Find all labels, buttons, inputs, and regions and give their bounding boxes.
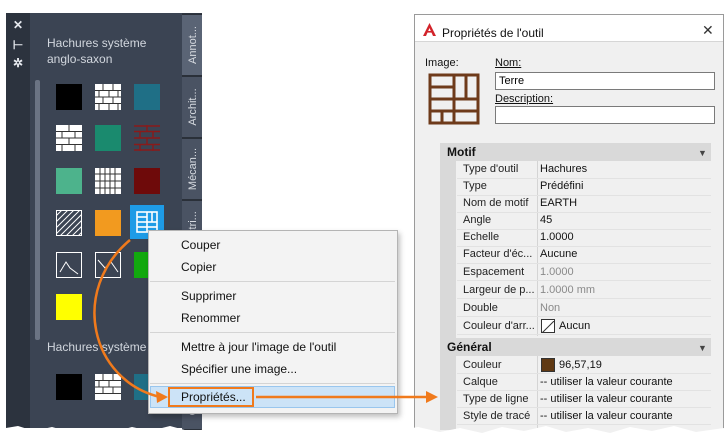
hatch-brick-white[interactable] <box>95 84 121 110</box>
dialog-title: Propriétés de l'outil <box>442 26 544 40</box>
property-key: Facteur d'éc... <box>463 248 533 260</box>
property-value: EARTH <box>540 197 578 209</box>
hatch-solid-black-2[interactable] <box>56 374 82 400</box>
table-row[interactable] <box>457 212 711 230</box>
table-row[interactable] <box>457 178 711 196</box>
group2-title: Hachures système <box>47 340 147 354</box>
hatch-grid-white[interactable] <box>95 168 121 194</box>
property-value: Aucun <box>559 320 591 332</box>
property-value-disabled: Non <box>540 302 561 314</box>
section-title-general: Général <box>447 340 492 354</box>
hatch-sketch-2[interactable] <box>95 252 121 278</box>
group-title-line1: Hachures système <box>47 36 147 50</box>
menu-item-specify-image[interactable]: Spécifier une image... <box>181 359 297 379</box>
property-grid-gutter <box>440 160 456 430</box>
property-value: Prédéfini <box>540 180 584 192</box>
hatch-brick-white-2[interactable] <box>56 125 82 151</box>
autohide-icon[interactable]: ⊢ <box>6 38 30 52</box>
property-value-disabled: 1.0000 <box>540 266 574 278</box>
property-value: 45 <box>540 214 553 226</box>
group-title-line2: anglo-saxon <box>47 52 113 66</box>
properties-callout-box <box>168 387 254 407</box>
property-key: Double <box>463 302 498 314</box>
menu-separator <box>150 281 395 282</box>
menu-item-cut[interactable]: Couper <box>181 235 220 255</box>
hatch-brick-dark-red[interactable] <box>134 125 160 151</box>
property-value: 1.0000 <box>540 231 574 243</box>
property-key: Couleur <box>463 359 502 371</box>
property-value: Hachures <box>540 163 588 175</box>
hatch-solid-dark-green[interactable] <box>95 125 121 151</box>
menu-separator <box>150 332 395 333</box>
property-key: Type d'outil <box>463 163 519 175</box>
property-value-disabled: 1.0000 mm <box>540 284 596 296</box>
property-key: Echelle <box>463 231 500 243</box>
image-label: Image: <box>425 57 459 69</box>
property-value: 96,57,19 <box>559 359 602 371</box>
hatch-diagonal[interactable] <box>56 210 82 236</box>
palette-scrollbar[interactable] <box>35 80 40 340</box>
no-color-swatch-icon <box>541 319 555 334</box>
property-key: Nom de motif <box>463 197 529 209</box>
property-key: Style de tracé <box>463 410 531 422</box>
hatch-brick-white-3[interactable] <box>95 374 121 400</box>
description-label: Description: <box>495 93 554 105</box>
hatch-solid-black[interactable] <box>56 84 82 110</box>
name-input[interactable]: Terre <box>495 72 715 90</box>
property-key: Calque <box>463 376 498 388</box>
torn-edge <box>0 426 724 447</box>
autocad-logo-icon <box>423 23 436 36</box>
hatch-solid-yellow[interactable] <box>56 294 82 320</box>
palette-title-strip <box>6 13 30 428</box>
property-key: Angle <box>463 214 492 226</box>
tab-annotation[interactable]: Annot... <box>182 14 202 76</box>
menu-item-update-image[interactable]: Mettre à jour l'image de l'outil <box>181 337 336 357</box>
tab-architecture[interactable]: Archit... <box>182 76 202 138</box>
menu-item-copy[interactable]: Copier <box>181 257 216 277</box>
close-icon[interactable]: ✕ <box>6 18 30 32</box>
property-value: -- utiliser la valeur courante <box>540 410 673 422</box>
property-key: Largeur de p... <box>463 284 535 296</box>
property-key: Type de ligne <box>463 393 529 405</box>
property-value: -- utiliser la valeur courante <box>540 393 673 405</box>
hatch-solid-teal[interactable] <box>134 84 160 110</box>
property-key: Espacement <box>463 266 525 278</box>
description-input[interactable] <box>495 106 715 124</box>
color-swatch <box>541 358 555 372</box>
section-header-motif[interactable] <box>440 143 711 161</box>
section-title-motif: Motif <box>447 145 476 159</box>
name-label: Nom: <box>495 57 522 69</box>
hatch-solid-orange[interactable] <box>95 210 121 236</box>
property-key: Type <box>463 180 487 192</box>
collapse-chevron-icon[interactable]: ▼ <box>698 148 707 158</box>
hatch-sketch-1[interactable] <box>56 252 82 278</box>
hatch-solid-green[interactable] <box>56 168 82 194</box>
tab-mechanical[interactable]: Mécan... <box>182 138 202 200</box>
settings-icon[interactable]: ✲ <box>6 56 30 70</box>
menu-item-rename[interactable]: Renommer <box>181 308 240 328</box>
earth-hatch-preview-icon[interactable] <box>428 73 480 125</box>
collapse-chevron-icon[interactable]: ▼ <box>698 343 707 353</box>
property-value: Aucune <box>540 248 578 260</box>
property-key: Couleur d'arr... <box>463 320 535 332</box>
menu-item-delete[interactable]: Supprimer <box>181 286 236 306</box>
dialog-close-icon[interactable]: ✕ <box>702 22 714 39</box>
menu-separator <box>150 383 395 384</box>
property-value: -- utiliser la valeur courante <box>540 376 673 388</box>
hatch-solid-dark-red[interactable] <box>134 168 160 194</box>
